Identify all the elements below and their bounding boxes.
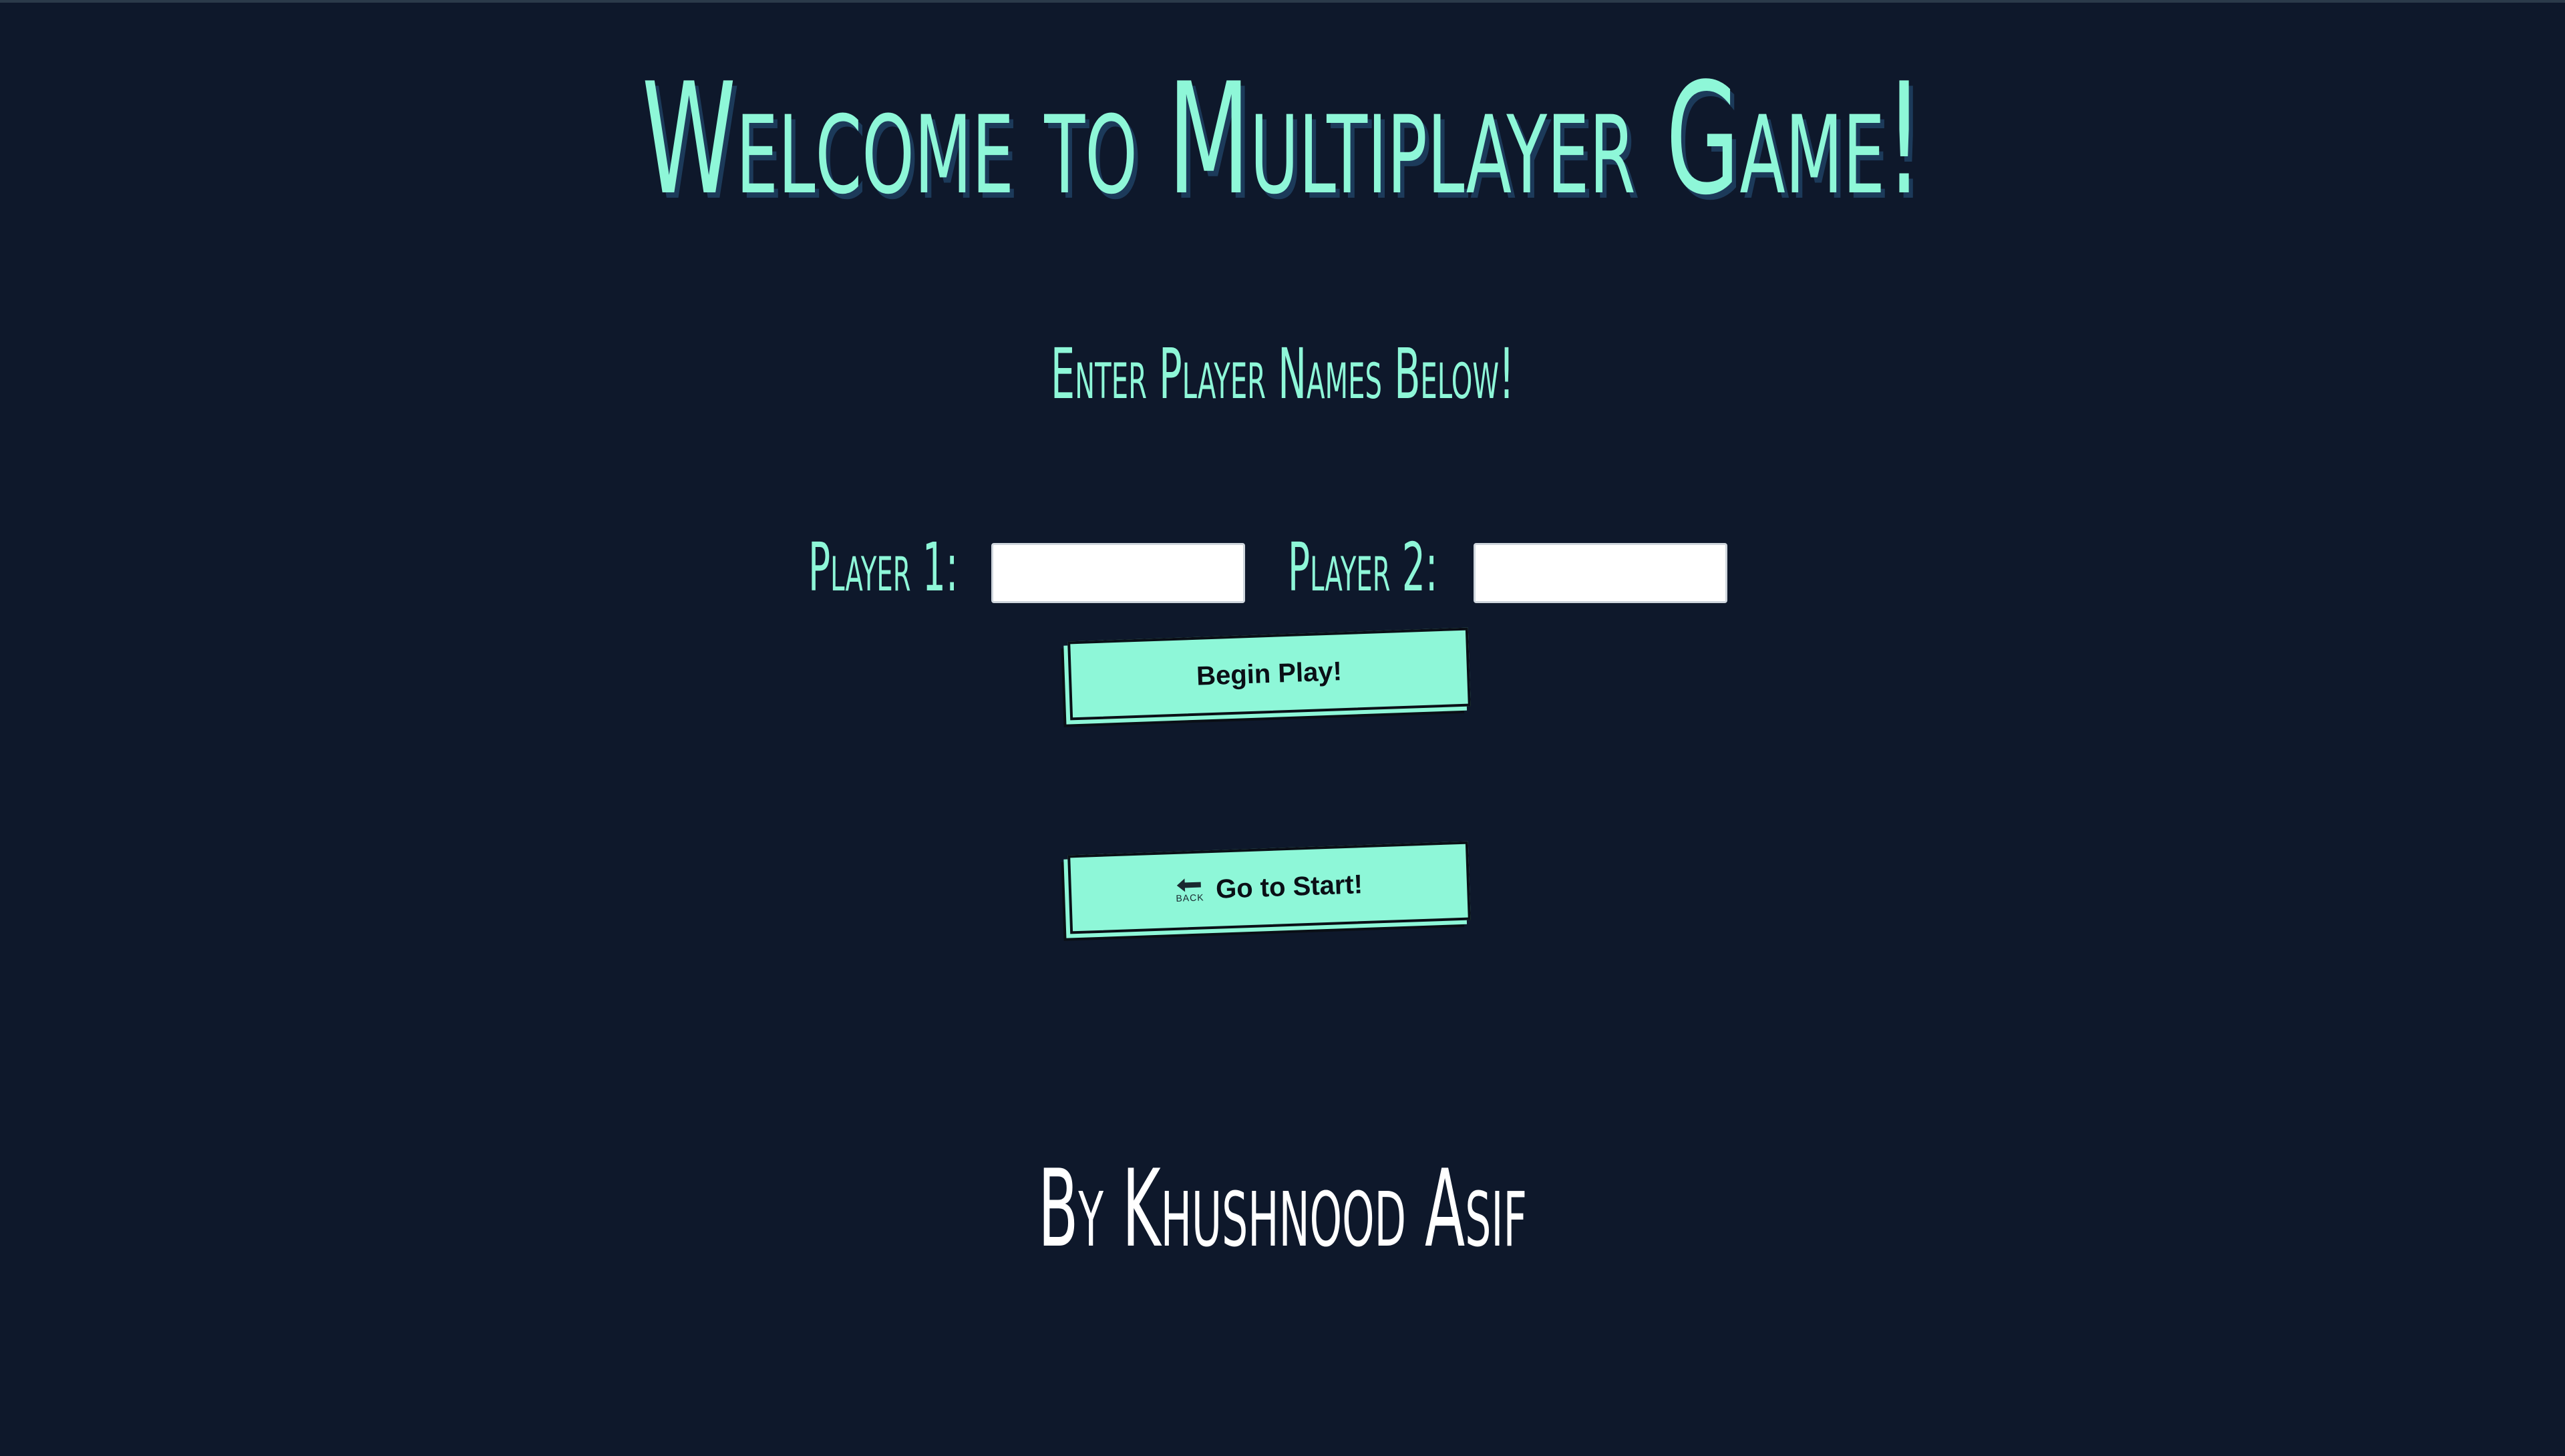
go-to-start-label: Go to Start! (1215, 869, 1363, 904)
begin-play-label: Begin Play! (1196, 656, 1343, 691)
player2-input[interactable] (1474, 543, 1727, 603)
player2-label: Player 2: (1288, 528, 1438, 606)
top-border (0, 0, 2565, 3)
player1-label: Player 1: (808, 528, 959, 606)
page-title: Welcome to Multiplayer Game! (641, 51, 1924, 229)
back-icon-text: BACK (1176, 892, 1204, 904)
page-subtitle: Enter Player Names Below! (1051, 333, 1514, 415)
author-credit: By Khushnood Asif (1038, 1146, 1527, 1271)
player1-input[interactable] (991, 543, 1245, 603)
back-arrow-icon: BACK (1175, 878, 1204, 904)
go-to-start-button[interactable]: BACK Go to Start! (1067, 841, 1471, 934)
begin-play-button[interactable]: Begin Play! (1067, 627, 1471, 721)
